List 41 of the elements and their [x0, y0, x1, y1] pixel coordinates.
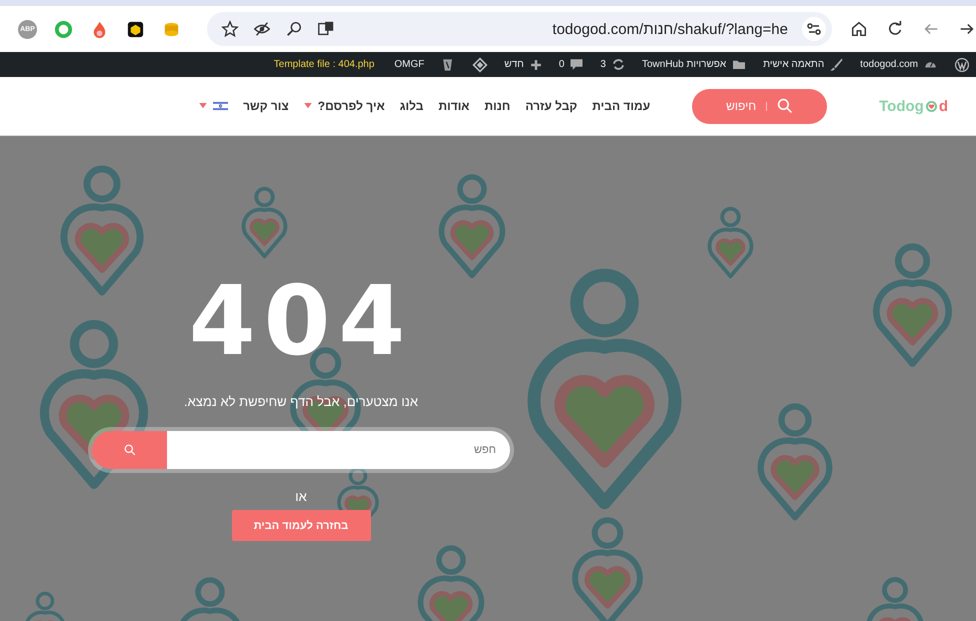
brush-icon — [829, 57, 844, 72]
search-icon — [777, 98, 794, 114]
error-code: 404 — [188, 276, 414, 366]
speech-bubble-icon — [569, 57, 584, 72]
caret-icon — [304, 103, 312, 109]
address-bar-url[interactable]: todogod.com/חנות/shakuf/?lang=he — [552, 20, 788, 38]
search-field[interactable]: חפש — [167, 431, 510, 469]
admin-bar-link[interactable]: התאמה אישית — [763, 57, 844, 72]
search-icon — [124, 444, 136, 456]
admin-bar-link[interactable]: אפשרויות TownHub — [642, 57, 748, 72]
wordpress-logo-icon[interactable] — [954, 56, 970, 72]
language-switcher[interactable] — [199, 101, 228, 111]
admin-bar-link[interactable]: 3 — [600, 57, 626, 72]
caret-icon — [199, 103, 208, 109]
ring-extension-icon[interactable] — [54, 20, 73, 38]
israel-flag-icon — [213, 101, 228, 111]
nav-link[interactable]: איך לפרסם? — [304, 99, 385, 113]
admin-bar-link[interactable]: OMGF — [394, 59, 424, 70]
translate-icon[interactable] — [317, 20, 335, 38]
nav-link[interactable]: קבל עזרה — [525, 99, 578, 113]
or-label: או — [295, 489, 307, 504]
zoom-icon[interactable] — [285, 20, 303, 38]
error-message: אנו מצטערים, אבל הדף שחיפשת לא נמצא. — [184, 394, 418, 409]
nav-link[interactable]: בלוג — [400, 99, 424, 113]
plus-icon — [528, 58, 543, 72]
template-file-label: Template file : 404.php — [274, 59, 374, 70]
reload-icon[interactable] — [886, 20, 904, 38]
eye-slash-icon[interactable] — [253, 20, 271, 38]
nav-link[interactable]: אודות — [438, 99, 470, 113]
nav-link[interactable]: צור קשר — [243, 99, 289, 113]
star-icon[interactable] — [221, 20, 239, 38]
nav-link[interactable]: חנות — [484, 99, 510, 113]
nav-link[interactable]: עמוד הבית — [592, 99, 650, 113]
admin-bar-link[interactable]: todogod.com — [860, 57, 938, 72]
diamond-icon[interactable] — [472, 56, 488, 72]
admin-bar-link[interactable]: 0 — [558, 57, 584, 72]
site-settings-icon[interactable] — [802, 17, 826, 41]
home-icon[interactable] — [850, 20, 868, 38]
refresh-icon — [610, 57, 626, 72]
admin-bar-link[interactable]: חדש — [504, 58, 543, 72]
cube-extension-icon[interactable] — [126, 20, 145, 38]
